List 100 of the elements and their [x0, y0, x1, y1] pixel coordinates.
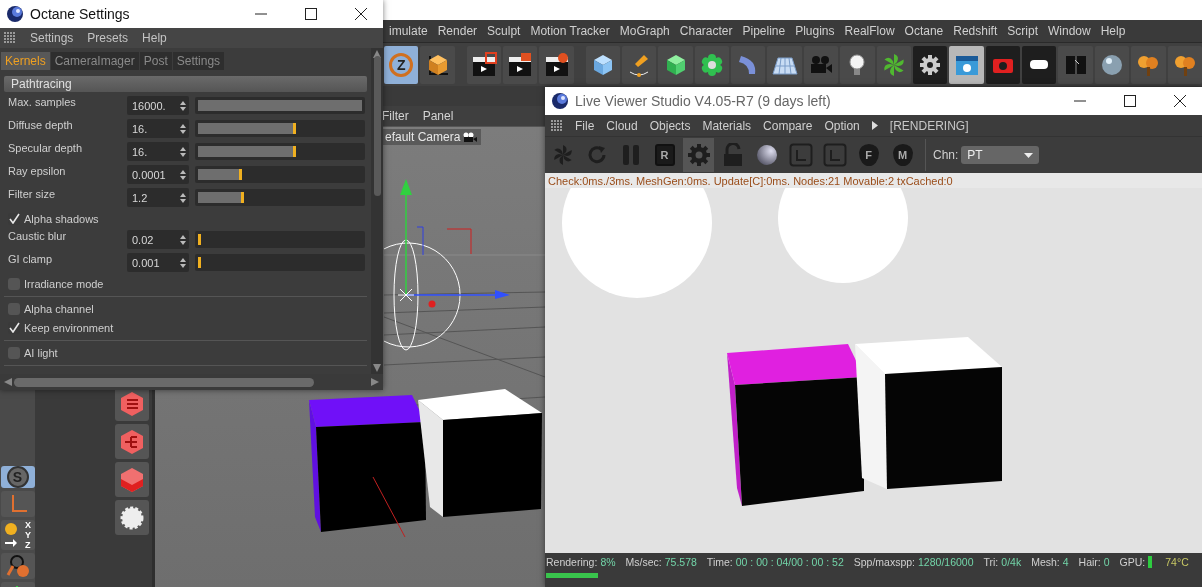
menu-item[interactable]: Compare [763, 118, 813, 133]
close-icon [355, 8, 367, 20]
checkbox-label: Alpha shadows [24, 212, 99, 225]
stat-label: Hair: [1078, 556, 1101, 568]
checkbox[interactable] [8, 277, 20, 290]
menu-item[interactable]: Objects [649, 118, 691, 133]
toolbar-button[interactable] [1094, 45, 1130, 84]
toolbar-button[interactable]: M [887, 138, 918, 172]
menu-item[interactable]: Cloud [606, 118, 638, 133]
axis-lock-button[interactable]: Z [384, 45, 419, 84]
menu-item[interactable]: Render [432, 24, 483, 38]
horizontal-scrollbar[interactable] [0, 374, 383, 390]
number-field[interactable]: 16. [127, 142, 189, 161]
spinner-arrows-icon[interactable] [180, 123, 186, 134]
coordinate-system-button[interactable]: X Y Z [0, 520, 35, 550]
menu-item[interactable]: Panel [422, 109, 454, 123]
toolbar-button[interactable] [949, 45, 984, 84]
more-arrow-icon[interactable] [871, 121, 878, 130]
menu-item[interactable]: Materials [702, 118, 752, 133]
stat-label: Ms/sec: [625, 556, 662, 568]
menu-item[interactable]: Plugins [790, 24, 840, 38]
spinner-arrows-icon[interactable] [180, 257, 186, 268]
spinner-arrows-icon[interactable] [180, 234, 186, 245]
spinner-arrows-icon[interactable] [180, 169, 186, 180]
menu-item[interactable]: Settings [30, 31, 74, 45]
toolbar-button[interactable] [767, 45, 802, 84]
camera-label[interactable]: efault Camera [381, 129, 482, 145]
axis-letter: Y [24, 530, 31, 540]
menu-item[interactable]: Help [142, 31, 167, 45]
list-hexagon-icon [119, 390, 145, 417]
field-label: Filter size [8, 187, 57, 200]
channel-select[interactable]: PT [961, 146, 1040, 164]
grip-icon [4, 32, 16, 44]
slider-track[interactable] [195, 254, 365, 271]
toolbar-button[interactable] [585, 45, 620, 84]
slider-track[interactable] [195, 143, 365, 160]
stat-value: 00 : 00 : 04/00 : 00 : 52 [735, 556, 844, 568]
tab[interactable]: Settings [172, 52, 225, 70]
pause-icon [621, 144, 640, 166]
number-field[interactable]: 0.0001 [127, 165, 189, 184]
toolbar-button[interactable] [694, 45, 730, 84]
toolbar-button[interactable] [466, 45, 501, 84]
menu-item[interactable]: Option [824, 118, 860, 133]
number-field[interactable]: 16. [127, 119, 189, 138]
menu-item[interactable]: File [575, 118, 595, 133]
slider-track[interactable] [195, 120, 365, 137]
number-field[interactable]: 0.001 [127, 253, 189, 272]
toolbar-button[interactable] [658, 45, 693, 84]
toolbar-button[interactable] [420, 45, 455, 84]
toolbar-button[interactable]: R [649, 138, 680, 172]
section-header[interactable]: Pathtracing [4, 76, 367, 92]
stat-label: GPU: [1119, 556, 1146, 568]
menu-item[interactable]: Sculpt [482, 24, 526, 38]
scroll-right-icon[interactable] [371, 378, 379, 386]
field-label: Diffuse depth [8, 118, 74, 131]
stat-value: 74°C [1165, 556, 1189, 568]
menu-item[interactable]: Character [674, 24, 738, 38]
slider-track[interactable] [195, 231, 365, 248]
scroll-down-icon[interactable] [373, 364, 381, 372]
vertical-scrollbar[interactable] [371, 48, 383, 374]
menu-item[interactable]: Filter [382, 109, 409, 123]
tab[interactable]: Post [139, 52, 172, 70]
sphere-arrow-icon [4, 522, 18, 548]
menu-item[interactable]: Redshift [948, 24, 1003, 38]
menu-item[interactable]: imulate [384, 24, 433, 38]
tool-button[interactable] [0, 553, 35, 579]
menu-item[interactable]: RealFlow [839, 24, 900, 38]
menu-item[interactable]: Pipeline [737, 24, 791, 38]
menu-item[interactable]: Script [1002, 24, 1043, 38]
toolbar-button[interactable] [1022, 45, 1057, 84]
slider-track[interactable] [195, 189, 365, 206]
checkbox[interactable] [8, 302, 20, 315]
tool-button[interactable] [0, 491, 35, 517]
menu-item[interactable]: Octane [899, 24, 949, 38]
menu-item[interactable]: Window [1043, 24, 1096, 38]
toolbar-button[interactable] [912, 45, 948, 84]
scroll-left-icon[interactable] [4, 378, 12, 386]
menu-item[interactable]: Presets [87, 31, 129, 45]
frame-icon [788, 143, 813, 167]
spinner-arrows-icon[interactable] [180, 100, 186, 111]
stat-label: Time: [706, 556, 733, 568]
slider-track[interactable] [195, 166, 365, 183]
toolbar-button[interactable] [503, 45, 538, 84]
tab[interactable]: CameraImager [50, 52, 139, 70]
tool-button[interactable] [115, 462, 149, 497]
number-field[interactable]: 1.2 [127, 188, 189, 207]
field-label: Ray epsilon [8, 164, 67, 177]
menu-item[interactable]: Help [1095, 24, 1131, 38]
tool-button[interactable] [115, 500, 149, 535]
spinner-arrows-icon[interactable] [180, 146, 186, 157]
stat-value: 75.578 [664, 556, 697, 568]
menu-item[interactable]: Motion Tracker [525, 24, 615, 38]
spinner-arrows-icon[interactable] [180, 192, 186, 203]
menu-item[interactable]: MoGraph [614, 24, 675, 38]
number-field[interactable]: 16000. [127, 96, 189, 115]
toolbar-button[interactable]: F [853, 138, 884, 172]
number-field[interactable]: 0.02 [127, 230, 189, 249]
toolbar-button[interactable] [840, 45, 875, 84]
toolbar-button[interactable] [539, 45, 574, 84]
checkbox[interactable] [8, 346, 20, 359]
